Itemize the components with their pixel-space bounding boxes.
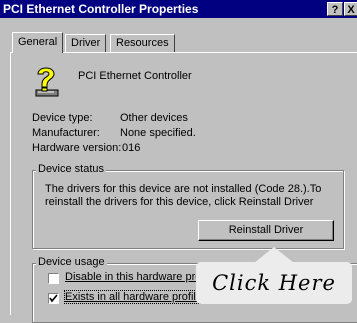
tab-driver[interactable]: Driver [65, 34, 107, 52]
checkmark-icon [49, 294, 58, 303]
disable-profile-label[interactable]: Disable in this hardware pro [65, 271, 201, 283]
device-status-message: The drivers for this device are not inst… [45, 183, 322, 208]
manufacturer-value: None specified. [120, 127, 196, 139]
manufacturer-label: Manufacturer: [32, 127, 100, 139]
device-type-label: Device type: [32, 112, 93, 124]
callout-text: Click Here [212, 271, 336, 295]
device-type-value: Other devices [120, 112, 188, 124]
help-button[interactable]: ? [327, 2, 343, 16]
disable-profile-checkbox[interactable] [48, 273, 59, 284]
exists-profiles-checkbox[interactable] [48, 293, 59, 304]
callout-pointer-icon [254, 247, 294, 263]
device-status-legend: Device status [36, 163, 107, 175]
device-name: PCI Ethernet Controller [78, 70, 192, 82]
device-usage-legend: Device usage [36, 256, 107, 268]
tab-general[interactable]: General [12, 32, 64, 53]
click-here-callout: Click Here [196, 262, 352, 304]
hardware-version-label: Hardware version: [32, 142, 122, 154]
unknown-device-icon [35, 67, 59, 97]
tab-resources[interactable]: Resources [110, 34, 175, 52]
reinstall-driver-button[interactable]: Reinstall Driver [198, 220, 334, 241]
hardware-version-value: 016 [122, 142, 141, 154]
title-bar: PCI Ethernet Controller Properties ? X [0, 0, 357, 18]
reinstall-driver-label: Reinstall Driver [228, 224, 304, 236]
window-title: PCI Ethernet Controller Properties [3, 2, 199, 16]
close-button[interactable]: X [344, 2, 357, 16]
exists-profiles-label[interactable]: Exists in all hardware profile [64, 290, 203, 304]
